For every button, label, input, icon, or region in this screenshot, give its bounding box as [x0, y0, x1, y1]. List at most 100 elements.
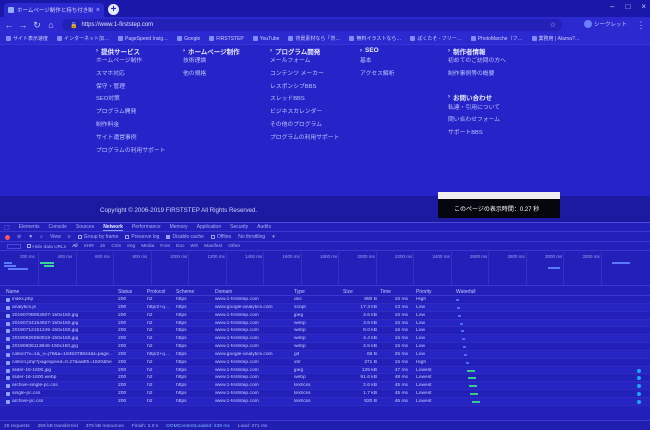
menu-link[interactable]: SEO対策 — [96, 93, 165, 106]
menu-link[interactable]: ビジネスカレンダー — [270, 106, 339, 119]
menu-link[interactable]: レスポンシブBBS — [270, 81, 339, 94]
list-view-icon[interactable]: ≡ — [68, 234, 71, 240]
filter-xhr[interactable]: XHR — [84, 244, 94, 249]
tab-audits[interactable]: Audits — [257, 224, 271, 230]
filter-manifest[interactable]: Manifest — [204, 244, 222, 249]
col-protocol[interactable]: Protocol — [147, 289, 165, 295]
col-type[interactable]: Type — [294, 289, 305, 295]
checkbox[interactable] — [27, 243, 31, 248]
bookmark-item[interactable]: PageSpeed Insig… — [118, 36, 168, 42]
col-scheme[interactable]: Scheme — [176, 289, 194, 295]
col-waterfall[interactable]: Waterfall — [456, 289, 476, 295]
menu-link[interactable]: アクセス解析 — [360, 68, 395, 81]
table-row[interactable]: archive-pc.css 200 h2 https www.1-firststep.… — [0, 397, 650, 406]
filter-js[interactable]: JS — [100, 244, 106, 249]
home-icon[interactable]: ⌂ — [46, 20, 56, 30]
clear-icon[interactable]: ⊘ — [17, 234, 21, 240]
tab-elements[interactable]: Elements — [19, 224, 40, 230]
url-bar[interactable]: 🔒 https://www.1-firststep.com ☆ — [62, 19, 562, 31]
group-by-frame-toggle[interactable]: Group by frame — [77, 234, 118, 240]
search-icon[interactable]: ⌕ — [40, 234, 43, 240]
bookmark-item[interactable]: 無料イラストなら… — [349, 35, 401, 42]
hide-data-urls-toggle[interactable]: Hide data URLs — [27, 243, 66, 250]
col-size[interactable]: Size — [343, 289, 353, 295]
tab-network[interactable]: Network — [103, 224, 123, 231]
incognito-profile[interactable]: シークレット — [584, 20, 627, 28]
menu-link[interactable]: 問い合わせフォーム — [448, 114, 506, 127]
col-domain[interactable]: Domain — [215, 289, 232, 295]
filter-img[interactable]: Img — [127, 244, 135, 249]
menu-link[interactable]: 制作事例等の概要 — [448, 68, 506, 81]
table-row[interactable]: collect?v=1&_v=j79&a=1845378944&t=page… 2… — [0, 350, 650, 359]
menu-link[interactable]: プログラム開発 — [96, 106, 165, 119]
bookmark-item[interactable]: FIRSTSTEP — [209, 36, 244, 42]
bookmark-item[interactable]: PhotoMarche（フ… — [470, 35, 523, 42]
chevron-down-icon[interactable]: ▾ — [272, 234, 275, 240]
table-row[interactable]: analytics.js 200 http/2+q… https www.google-… — [0, 303, 650, 312]
menu-link[interactable]: 基本 — [360, 55, 395, 68]
filter-css[interactable]: CSS — [111, 244, 121, 249]
maximize-icon[interactable]: □ — [625, 2, 630, 11]
bookmark-star-icon[interactable]: ☆ — [550, 21, 556, 29]
menu-link[interactable]: その他のプログラム — [270, 119, 339, 132]
bookmark-item[interactable]: 業務用 | Alarna?… — [531, 35, 580, 42]
checkbox[interactable] — [210, 235, 215, 239]
filter-doc[interactable]: Doc — [176, 244, 185, 249]
col-priority[interactable]: Priority — [416, 289, 432, 295]
menu-link[interactable]: 制作料金 — [96, 119, 165, 132]
checkbox[interactable] — [125, 235, 130, 239]
preserve-log-toggle[interactable]: Preserve log — [125, 234, 159, 240]
checkbox[interactable] — [77, 235, 82, 239]
table-row[interactable]: 20190724154927-150x150.jpg 200 h2 https www.… — [0, 319, 650, 328]
reload-icon[interactable]: ↻ — [32, 20, 42, 30]
minimize-icon[interactable]: – — [610, 2, 614, 11]
menu-link[interactable]: コンテンツ メーカー — [270, 68, 339, 81]
timeline-overview[interactable]: 200 ms 400 ms 600 ms 800 ms 1000 ms 1200 ms 14… — [0, 252, 650, 286]
col-status[interactable]: Status — [118, 289, 132, 295]
tab-security[interactable]: Security — [230, 224, 248, 230]
bookmark-item[interactable]: YouTube — [252, 36, 279, 42]
checkbox[interactable] — [166, 235, 171, 239]
table-row[interactable]: 20190606113846-150x150.jpg 200 h2 https www.… — [0, 343, 650, 351]
table-row[interactable]: 20190712151245-150x150.jpg 200 h2 https www.… — [0, 327, 650, 336]
menu-link[interactable]: プログラムの利用サポート — [270, 132, 339, 145]
bookmark-item[interactable]: Google — [177, 36, 200, 42]
menu-link[interactable]: 他の規格 — [183, 68, 240, 81]
tab-console[interactable]: Console — [49, 224, 67, 230]
new-tab-button[interactable]: + — [108, 4, 119, 15]
tab-sources[interactable]: Sources — [76, 224, 94, 230]
record-icon[interactable] — [5, 234, 10, 240]
menu-kebab-icon[interactable]: ⋮ — [636, 20, 646, 30]
menu-link[interactable]: 私達・引用について — [448, 102, 506, 115]
throttling-select[interactable]: No throttling — [238, 234, 265, 240]
bookmark-item[interactable]: ぱくたそ - フリー… — [410, 35, 462, 42]
filter-other[interactable]: Other — [228, 244, 240, 249]
col-name[interactable]: Name — [6, 289, 19, 295]
filter-ws[interactable]: WS — [190, 244, 198, 249]
bookmark-item[interactable]: インターネット加… — [57, 35, 109, 42]
close-window-icon[interactable]: × — [641, 2, 646, 11]
menu-link[interactable]: サイト運営事例 — [96, 132, 165, 145]
table-row[interactable]: single-pc.css 200 h2 https www.1-firststep.c… — [0, 390, 650, 398]
filter-media[interactable]: Media — [141, 244, 154, 249]
disable-cache-toggle[interactable]: Disable cache — [166, 234, 204, 240]
menu-link[interactable]: プログラムの利用サポート — [96, 145, 165, 158]
table-row[interactable]: slider-16-1600.webp 200 h2 https www.1-first… — [0, 374, 650, 383]
menu-link[interactable]: ホームページ制作 — [96, 55, 165, 68]
col-time[interactable]: Time — [380, 289, 391, 295]
menu-link[interactable]: 保守・管理 — [96, 81, 165, 94]
table-row[interactable]: slider-16-1600.jpg 200 h2 https www.1-firsts… — [0, 366, 650, 375]
table-row[interactable]: collect.php?pagespeed=0.27&width=1920&he… — [0, 359, 650, 367]
table-row[interactable]: 20190708052607-150x150.jpg 200 h2 https www.… — [0, 312, 650, 320]
menu-link[interactable]: 技術理論 — [183, 55, 240, 68]
filter-font[interactable]: Font — [160, 244, 170, 249]
tab-memory[interactable]: Memory — [170, 224, 188, 230]
menu-link[interactable]: サポートBBS — [448, 127, 506, 140]
tab-performance[interactable]: Performance — [132, 224, 161, 230]
table-row[interactable]: 20190626050919-150x150.jpg 200 h2 https www.… — [0, 335, 650, 344]
offline-toggle[interactable]: Offline — [210, 234, 231, 240]
bookmark-item[interactable]: サイト表示速度 — [6, 35, 48, 42]
inspect-element-icon[interactable]: ⬚ — [4, 224, 10, 231]
menu-link[interactable]: スマホ対応 — [96, 68, 165, 81]
browser-tab[interactable]: ホームページ制作と持ち付き制作サ… × — [4, 3, 104, 17]
